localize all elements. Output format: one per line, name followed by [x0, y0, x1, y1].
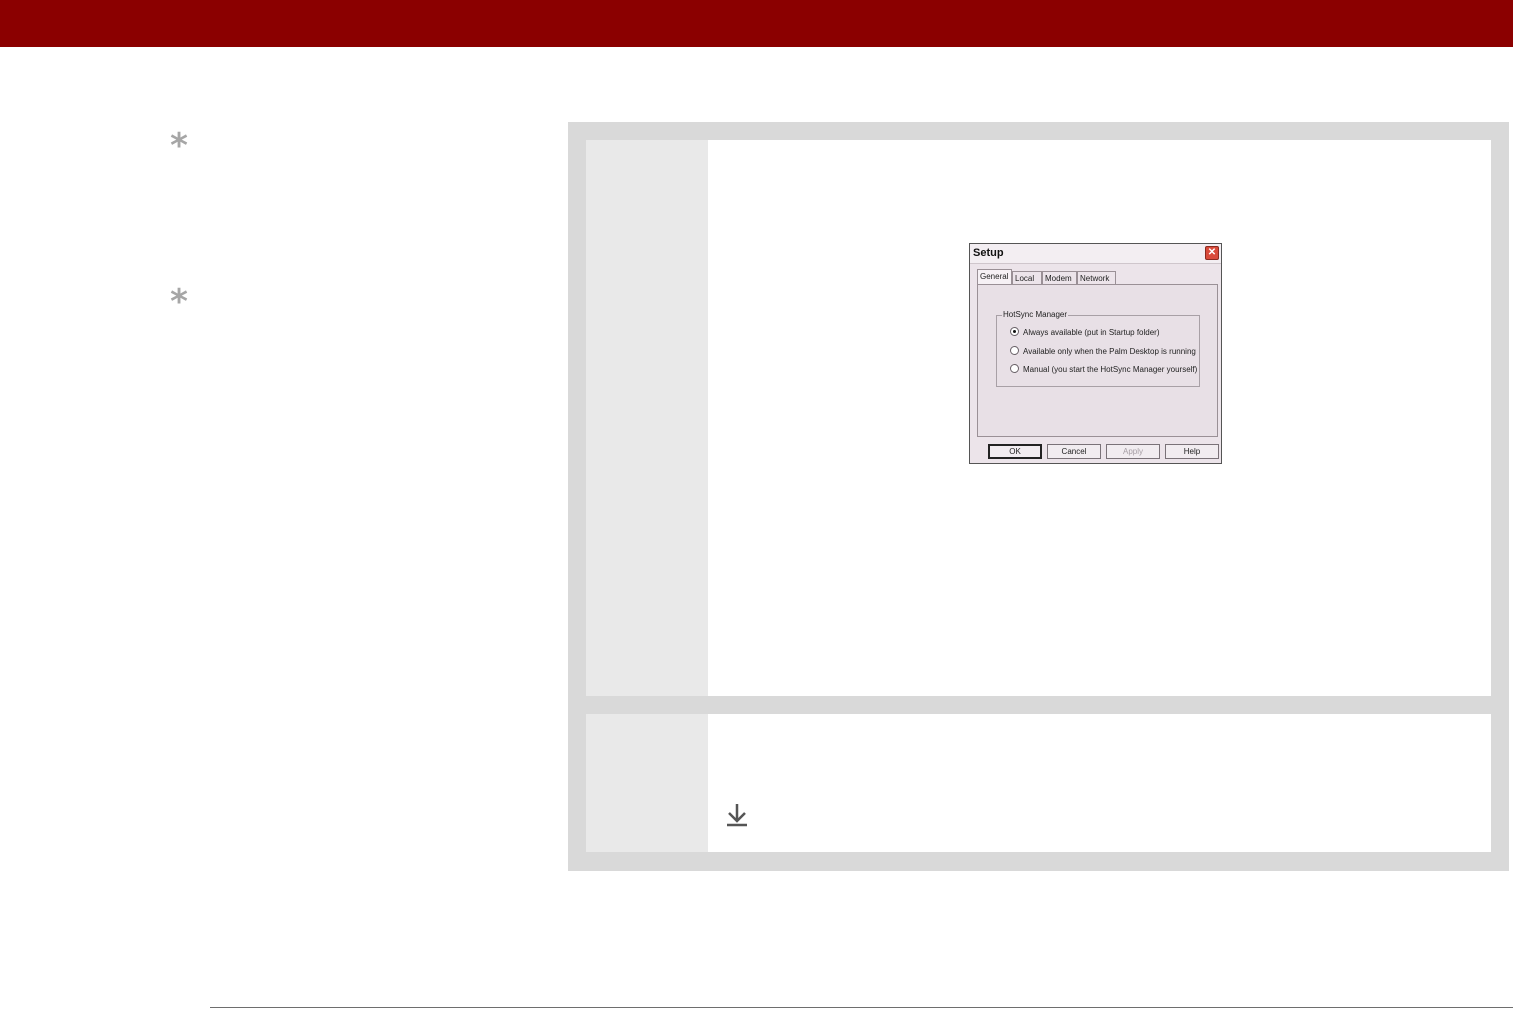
tab-modem[interactable]: Modem: [1042, 271, 1077, 284]
dialog-titlebar: Setup ✕: [970, 244, 1221, 264]
cancel-button[interactable]: Cancel: [1047, 444, 1101, 459]
step-number-column: [586, 140, 708, 696]
option-label: Available only when the Palm Desktop is …: [1023, 347, 1196, 356]
option-label: Manual (you start the HotSync Manager yo…: [1023, 365, 1198, 374]
asterisk-tip-icon: *: [170, 282, 188, 322]
dialog-title: Setup: [973, 247, 1004, 259]
tab-network[interactable]: Network: [1077, 271, 1116, 284]
step-2: [586, 714, 1491, 852]
option-label: Always available (put in Startup folder): [1023, 328, 1160, 337]
general-tab-page: HotSync Manager Always available (put in…: [977, 284, 1218, 437]
asterisk-tip-icon: *: [170, 126, 188, 166]
close-icon[interactable]: ✕: [1205, 246, 1219, 260]
hotsync-manager-group: HotSync Manager Always available (put in…: [996, 310, 1200, 387]
tab-general[interactable]: General: [977, 269, 1012, 284]
footer-rule: [210, 1007, 1513, 1008]
option-palm-desktop-running[interactable]: Available only when the Palm Desktop is …: [1010, 346, 1196, 358]
steps-panel: Setup ✕ General Local Modem Network HotS…: [568, 122, 1509, 871]
download-arrow-icon: [727, 804, 747, 827]
header-bar: [0, 0, 1513, 47]
ok-button[interactable]: OK: [988, 444, 1042, 459]
step-1: Setup ✕ General Local Modem Network HotS…: [586, 140, 1491, 696]
option-manual[interactable]: Manual (you start the HotSync Manager yo…: [1010, 364, 1197, 376]
group-label: HotSync Manager: [1002, 310, 1069, 319]
radio-checked-icon[interactable]: [1010, 327, 1019, 337]
radio-icon[interactable]: [1010, 364, 1019, 374]
radio-icon[interactable]: [1010, 346, 1019, 356]
tab-local[interactable]: Local: [1012, 271, 1042, 284]
setup-dialog: Setup ✕ General Local Modem Network HotS…: [969, 243, 1222, 464]
help-button[interactable]: Help: [1165, 444, 1219, 459]
apply-button: Apply: [1106, 444, 1160, 459]
step-number-column: [586, 714, 708, 852]
option-always-available[interactable]: Always available (put in Startup folder): [1010, 327, 1160, 339]
